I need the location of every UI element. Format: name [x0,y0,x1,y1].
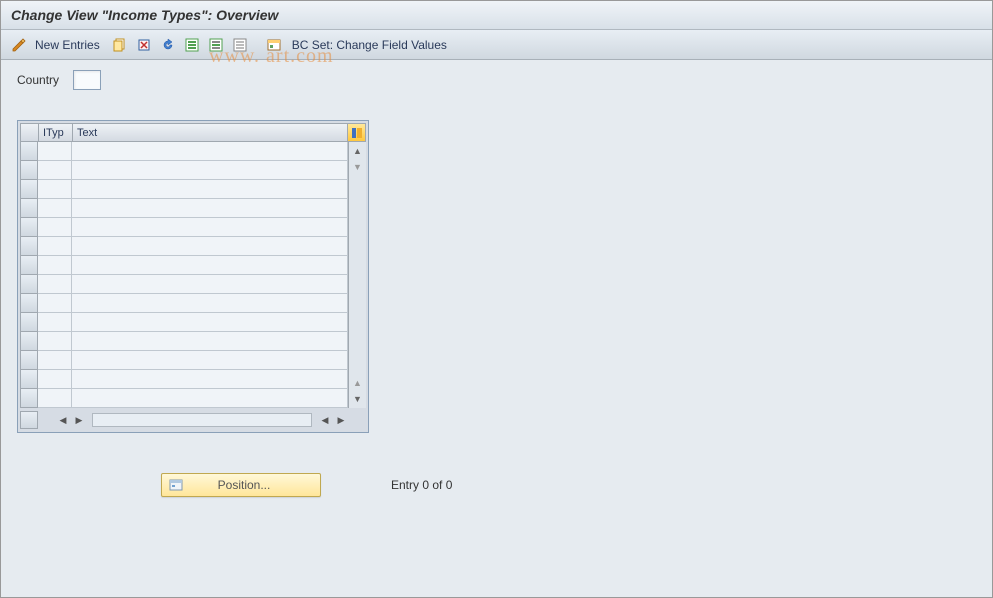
table-row [20,389,348,408]
row-selector[interactable] [20,161,38,180]
select-all-rows[interactable] [20,123,38,142]
cell-text[interactable] [72,370,348,389]
scroll-right-icon[interactable]: ◀ [318,412,332,428]
table-row [20,256,348,275]
cell-text[interactable] [72,142,348,161]
cell-ityp[interactable] [38,351,72,370]
position-button[interactable]: Position... [161,473,321,497]
cell-ityp[interactable] [38,256,72,275]
cell-ityp[interactable] [38,332,72,351]
cell-text[interactable] [72,237,348,256]
deselect-all-icon[interactable] [230,35,250,55]
table-row [20,199,348,218]
bc-set-icon[interactable] [264,35,284,55]
scroll-left-icon[interactable]: ▶ [72,412,86,428]
cell-text[interactable] [72,180,348,199]
country-input[interactable] [73,70,101,90]
country-label: Country [17,73,67,87]
cell-ityp[interactable] [38,313,72,332]
cell-text[interactable] [72,161,348,180]
cell-text[interactable] [72,332,348,351]
scroll-left-first-icon[interactable]: ◀ [56,412,70,428]
cell-ityp[interactable] [38,275,72,294]
cell-ityp[interactable] [38,237,72,256]
row-selector[interactable] [20,180,38,199]
row-selector[interactable] [20,294,38,313]
position-icon [168,478,184,492]
table-header: ITyp Text [20,123,366,142]
table-row [20,142,348,161]
scroll-up-icon[interactable]: ▲ [349,143,366,159]
table-row [20,370,348,389]
scroll-down-icon-2[interactable]: ▲ [349,375,366,391]
cell-text[interactable] [72,199,348,218]
column-header-text[interactable]: Text [72,123,348,142]
cell-ityp[interactable] [38,199,72,218]
cell-text[interactable] [72,218,348,237]
table-row [20,275,348,294]
entry-count-text: Entry 0 of 0 [391,478,452,492]
table-row [20,237,348,256]
scroll-down-icon[interactable]: ▼ [349,391,366,407]
cell-ityp[interactable] [38,218,72,237]
cell-ityp[interactable] [38,161,72,180]
cell-text[interactable] [72,351,348,370]
row-selector[interactable] [20,142,38,161]
footer-selector[interactable] [20,411,38,429]
table-row [20,313,348,332]
table-settings-icon[interactable] [348,123,366,142]
content-area: Country ITyp Text ▲ ▼ ▲ ▼ [1,60,992,507]
row-selector[interactable] [20,275,38,294]
table-row [20,218,348,237]
row-selector[interactable] [20,351,38,370]
footer-row: Position... Entry 0 of 0 [161,473,982,497]
table-body: ▲ ▼ ▲ ▼ [20,142,366,408]
scroll-right-last-icon[interactable]: ▶ [334,412,348,428]
cell-text[interactable] [72,256,348,275]
toggle-display-change-icon[interactable] [9,35,29,55]
row-selector[interactable] [20,237,38,256]
title-bar: Change View "Income Types": Overview [1,1,992,30]
row-selector[interactable] [20,218,38,237]
income-types-table: ITyp Text ▲ ▼ ▲ ▼ ◀ ▶ [17,120,369,433]
table-row [20,161,348,180]
table-footer: ◀ ▶ ◀ ▶ [20,408,366,430]
cell-text[interactable] [72,275,348,294]
country-field-row: Country [17,70,982,90]
row-selector[interactable] [20,199,38,218]
vertical-scrollbar[interactable]: ▲ ▼ ▲ ▼ [348,142,366,408]
scroll-up-icon-2[interactable]: ▼ [349,159,366,175]
horizontal-scrollbar[interactable] [92,413,312,427]
row-selector[interactable] [20,370,38,389]
cell-ityp[interactable] [38,142,72,161]
cell-text[interactable] [72,313,348,332]
row-selector[interactable] [20,389,38,408]
delete-icon[interactable] [134,35,154,55]
cell-ityp[interactable] [38,389,72,408]
position-button-label: Position... [188,478,314,492]
cell-ityp[interactable] [38,180,72,199]
table-row [20,180,348,199]
toolbar: New Entries BC Set: Change Field Values [1,30,992,60]
table-row [20,332,348,351]
cell-ityp[interactable] [38,370,72,389]
cell-text[interactable] [72,294,348,313]
row-selector[interactable] [20,332,38,351]
row-selector[interactable] [20,313,38,332]
column-header-ityp[interactable]: ITyp [38,123,72,142]
new-entries-button[interactable]: New Entries [33,38,106,52]
row-selector[interactable] [20,256,38,275]
undo-change-icon[interactable] [158,35,178,55]
table-row [20,351,348,370]
bc-set-button[interactable]: BC Set: Change Field Values [288,38,447,52]
cell-ityp[interactable] [38,294,72,313]
cell-text[interactable] [72,389,348,408]
select-all-icon[interactable] [182,35,202,55]
page-title: Change View "Income Types": Overview [11,7,278,23]
select-block-icon[interactable] [206,35,226,55]
copy-as-icon[interactable] [110,35,130,55]
table-row [20,294,348,313]
